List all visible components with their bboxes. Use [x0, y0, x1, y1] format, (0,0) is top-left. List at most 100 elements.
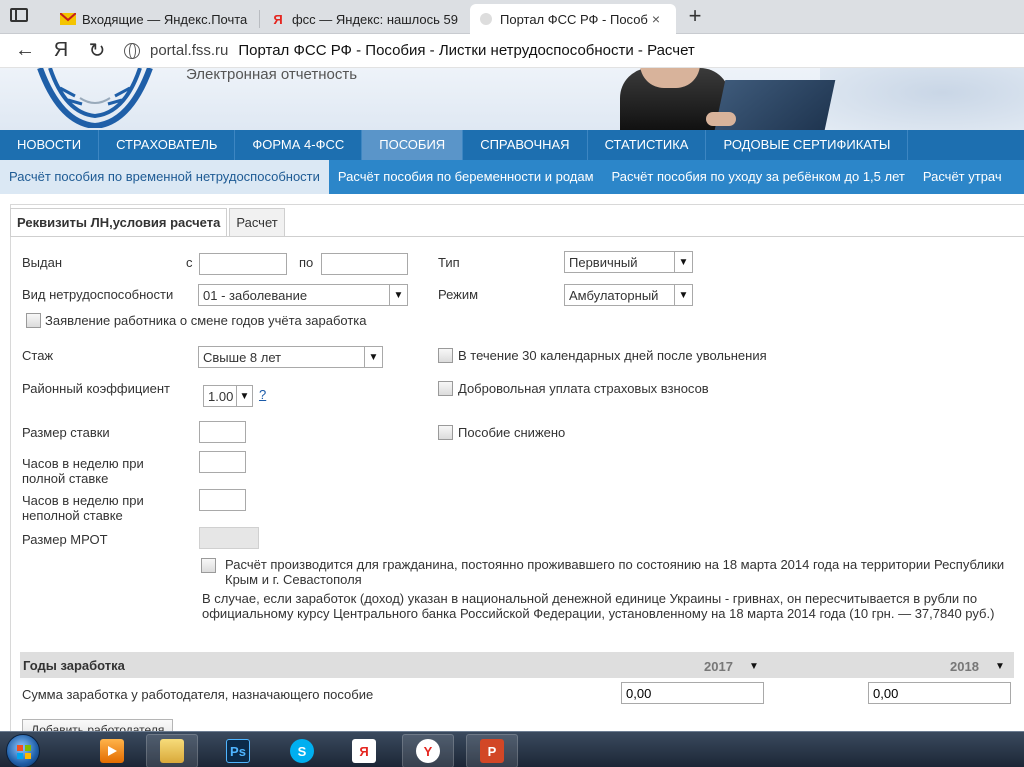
chevron-down-icon[interactable]: ▼: [236, 386, 252, 406]
benefit-reduced-checkbox[interactable]: [438, 425, 453, 440]
year-2-select[interactable]: 2018 ▼: [946, 655, 1009, 677]
address-bar: ← Я ↻ portal.fss.ru Портал ФСС РФ - Посо…: [0, 34, 1024, 68]
close-tab-icon[interactable]: ×: [652, 11, 660, 27]
reload-icon[interactable]: ↻: [82, 36, 112, 66]
earnings-years-title: Годы заработка: [23, 658, 125, 673]
chevron-down-icon[interactable]: ▼: [745, 656, 763, 676]
subnav-item-temporary-disability[interactable]: Расчёт пособия по временной нетрудоспосо…: [0, 160, 329, 194]
fss-emblem-logo: [37, 68, 153, 128]
experience-select[interactable]: Свыше 8 лет ▼: [198, 346, 383, 368]
sub-nav: Расчёт пособия по временной нетрудоспосо…: [0, 160, 1024, 194]
nav-divider: [907, 130, 909, 160]
taskbar-yandex[interactable]: Я: [338, 734, 390, 767]
windows-logo-icon: [17, 745, 31, 759]
taskbar-skype[interactable]: S: [276, 734, 328, 767]
hours-part-rate-input[interactable]: [199, 489, 246, 511]
header-map-image: [820, 68, 1024, 130]
nav-item-birth-certificates[interactable]: РОДОВЫЕ СЕРТИФИКАТЫ: [706, 130, 907, 160]
from-label: с: [186, 255, 193, 270]
year-1-select[interactable]: 2017 ▼: [700, 655, 763, 677]
new-tab-button[interactable]: +: [682, 4, 708, 30]
chevron-down-icon[interactable]: ▼: [364, 347, 382, 367]
tabs-panel-icon[interactable]: [10, 8, 28, 22]
subnav-item-maternity[interactable]: Расчёт пособия по беременности и родам: [329, 160, 603, 194]
chevron-down-icon[interactable]: ▼: [674, 252, 692, 272]
tab-requisites[interactable]: Реквизиты ЛН,условия расчета: [10, 208, 228, 236]
experience-select-value: Свыше 8 лет: [203, 349, 282, 365]
crimea-checkbox[interactable]: [201, 558, 216, 573]
mode-select[interactable]: Амбулаторный ▼: [564, 284, 693, 306]
browser-tab-bar: Входящие — Яндекс.Почта Я фсс — Яндекс: …: [0, 0, 1024, 34]
to-label: по: [299, 255, 314, 270]
tab-label: фсс — Яндекс: нашлось 59: [291, 11, 458, 27]
mode-label: Режим: [438, 287, 479, 302]
powerpoint-icon: P: [480, 739, 504, 763]
regional-coefficient-select[interactable]: 1.00 ▼: [203, 385, 253, 407]
tab-yandex-mail[interactable]: Входящие — Яндекс.Почта: [52, 4, 256, 34]
year-1-value: 2017: [704, 658, 733, 674]
subnav-item-childcare[interactable]: Расчёт пособия по уходу за ребёнком до 1…: [603, 160, 914, 194]
nav-item-reference[interactable]: СПРАВОЧНАЯ: [463, 130, 586, 160]
tab-separator: [259, 10, 260, 28]
chevron-down-icon[interactable]: ▼: [674, 285, 692, 305]
earnings-year-1-input[interactable]: [621, 682, 764, 704]
experience-label: Стаж: [22, 348, 54, 363]
taskbar-powerpoint[interactable]: P: [466, 734, 518, 767]
mode-select-value: Амбулаторный: [569, 287, 659, 303]
taskbar-yandex-browser[interactable]: Y: [402, 734, 454, 767]
help-link[interactable]: ?: [259, 387, 266, 402]
benefit-reduced-label: Пособие снижено: [458, 425, 566, 440]
tab-fss-portal[interactable]: Портал ФСС РФ - Пособ ×: [470, 4, 676, 34]
file-explorer-icon: [160, 739, 184, 763]
voluntary-payment-checkbox[interactable]: [438, 381, 453, 396]
url-page-title: Портал ФСС РФ - Пособия - Листки нетрудо…: [238, 42, 695, 59]
earnings-year-2-input[interactable]: [868, 682, 1011, 704]
nav-item-insurer[interactable]: СТРАХОВАТЕЛЬ: [99, 130, 234, 160]
earnings-row-label: Сумма заработка у работодателя, назначаю…: [22, 687, 374, 702]
url-field[interactable]: portal.fss.ru Портал ФСС РФ - Пособия - …: [124, 42, 695, 59]
subnav-item-loss[interactable]: Расчёт утрач: [914, 160, 1011, 194]
site-subtitle: Электронная отчетность: [186, 68, 358, 83]
within-30-days-checkbox[interactable]: [438, 348, 453, 363]
date-from-input[interactable]: [199, 253, 287, 275]
mrot-label: Размер МРОТ: [22, 532, 108, 547]
disability-type-value: 01 - заболевание: [203, 287, 308, 303]
hours-full-rate-label: Часов в неделю при полной ставке: [22, 456, 144, 486]
yandex-mail-icon: [60, 11, 76, 27]
earnings-years-header: Годы заработка: [20, 652, 1014, 678]
tab-calculation[interactable]: Расчет: [229, 208, 285, 236]
voluntary-payment-label: Добровольная уплата страховых взносов: [458, 381, 709, 396]
regional-coefficient-label: Районный коэффициент: [22, 381, 170, 396]
back-arrow-icon[interactable]: ←: [10, 36, 40, 66]
tab-label: Портал ФСС РФ - Пособ: [500, 11, 648, 27]
windows-taskbar: Ps S Я Y P: [0, 731, 1024, 767]
hours-part-rate-label: Часов в неделю при неполной ставке: [22, 493, 144, 523]
years-change-checkbox[interactable]: [26, 313, 41, 328]
globe-icon: [124, 42, 140, 59]
years-change-label: Заявление работника о смене годов учёта …: [45, 313, 367, 328]
form-tabs: Реквизиты ЛН,условия расчета Расчет: [10, 208, 287, 236]
rate-size-input[interactable]: [199, 421, 246, 443]
tab-yandex-search[interactable]: Я фсс — Яндекс: нашлось 59: [262, 4, 466, 34]
page-icon: [478, 11, 494, 27]
taskbar-media-player[interactable]: [86, 734, 138, 767]
yandex-browser-icon: Y: [416, 739, 440, 763]
nav-item-form-4fss[interactable]: ФОРМА 4-ФСС: [235, 130, 361, 160]
start-button[interactable]: [6, 734, 40, 767]
date-to-input[interactable]: [321, 253, 408, 275]
skype-icon: S: [290, 739, 314, 763]
nav-item-news[interactable]: НОВОСТИ: [0, 130, 98, 160]
chevron-down-icon[interactable]: ▼: [389, 285, 407, 305]
disability-type-select[interactable]: 01 - заболевание ▼: [198, 284, 408, 306]
type-select[interactable]: Первичный ▼: [564, 251, 693, 273]
issued-label: Выдан: [22, 255, 63, 270]
photoshop-icon: Ps: [226, 739, 250, 763]
taskbar-file-explorer[interactable]: [146, 734, 198, 767]
year-2-value: 2018: [950, 658, 979, 674]
hours-full-rate-input[interactable]: [199, 451, 246, 473]
nav-item-statistics[interactable]: СТАТИСТИКА: [588, 130, 706, 160]
chevron-down-icon[interactable]: ▼: [991, 656, 1009, 676]
yandex-home-button[interactable]: Я: [46, 36, 76, 66]
taskbar-photoshop[interactable]: Ps: [212, 734, 264, 767]
nav-item-benefits[interactable]: ПОСОБИЯ: [362, 130, 463, 160]
